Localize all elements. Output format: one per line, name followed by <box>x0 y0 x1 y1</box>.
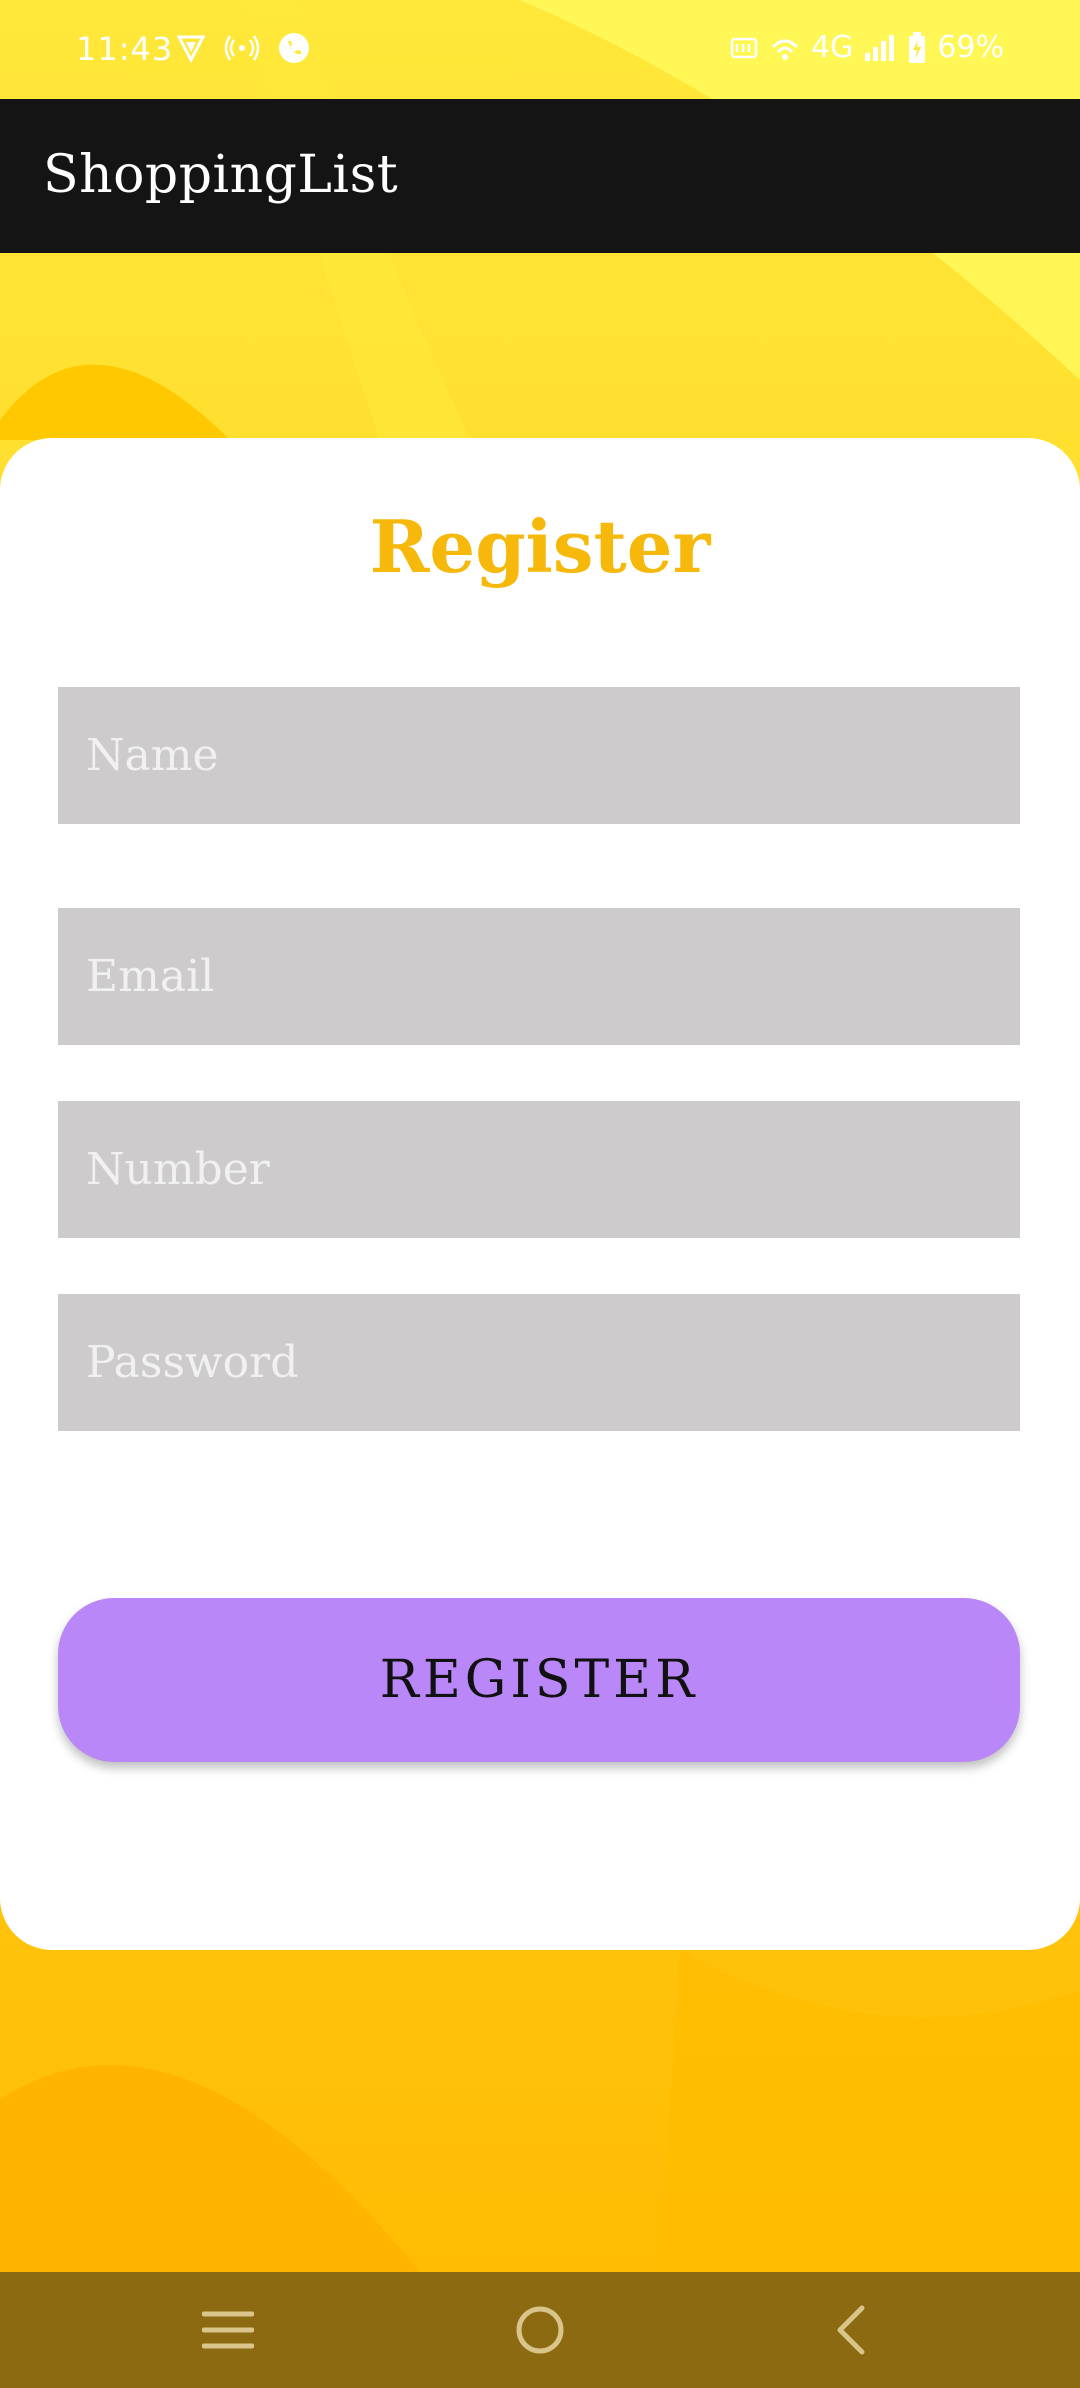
email-field[interactable] <box>58 908 1020 1045</box>
network-type: 4G <box>810 30 854 65</box>
number-field[interactable] <box>58 1101 1020 1238</box>
register-card: Register REGISTER <box>0 438 1080 1950</box>
status-right-icons: 4G 69% <box>729 30 1004 65</box>
volte-icon <box>729 33 759 63</box>
register-button[interactable]: REGISTER <box>58 1598 1020 1762</box>
page-title: Register <box>369 504 711 589</box>
status-time: 11:43 <box>76 30 174 68</box>
status-bar: 11:43 4G 69% <box>0 0 1080 99</box>
vpn-shield-icon <box>176 33 206 63</box>
hotspot-icon <box>224 33 260 63</box>
back-icon[interactable] <box>820 2300 880 2360</box>
call-icon <box>278 32 310 64</box>
name-field[interactable] <box>58 687 1020 824</box>
app-bar: ShoppingList <box>0 99 1080 253</box>
app-title: ShoppingList <box>43 145 399 205</box>
home-icon[interactable] <box>510 2300 570 2360</box>
wifi-calling-icon <box>769 33 801 63</box>
battery-charging-icon <box>907 31 927 64</box>
status-left-icons <box>176 32 310 64</box>
battery-level: 69% <box>937 30 1004 65</box>
navigation-bar <box>0 2272 1080 2388</box>
password-field[interactable] <box>58 1294 1020 1431</box>
menu-icon[interactable] <box>198 2300 258 2360</box>
signal-icon <box>863 33 897 63</box>
